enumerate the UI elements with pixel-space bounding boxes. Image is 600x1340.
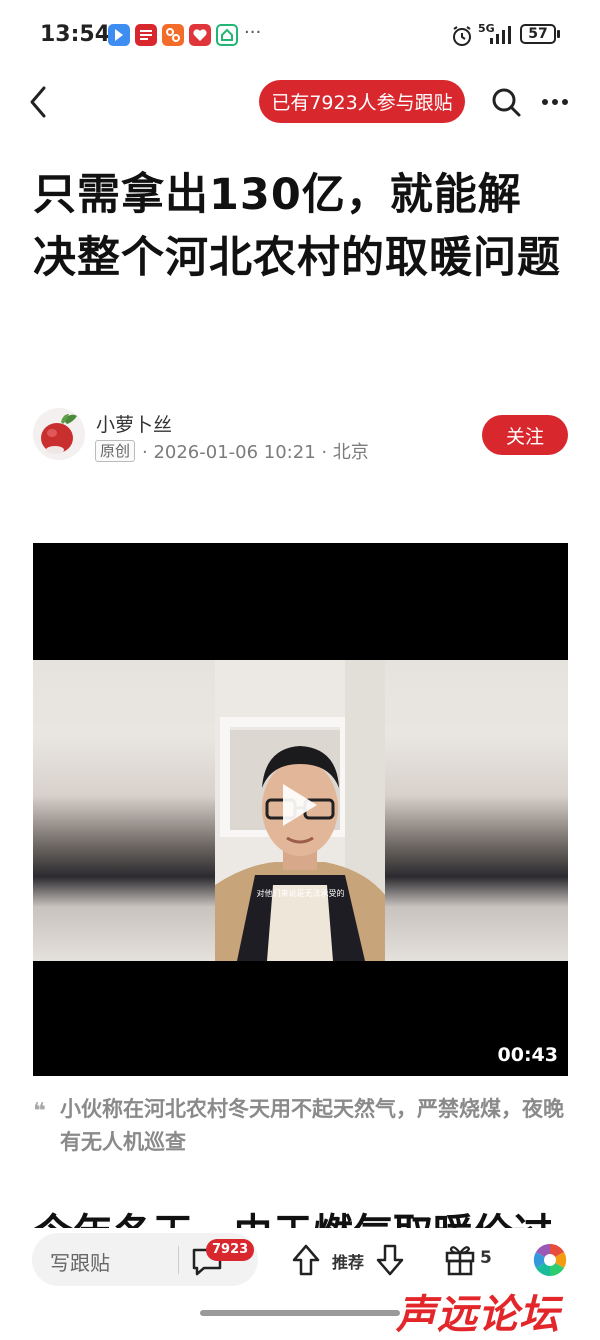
video-player[interactable]: 对他们来说是无法承受的 00:43 [33, 543, 568, 1076]
follow-label: 关注 [505, 425, 544, 448]
gift-count: 5 [480, 1248, 492, 1268]
alarm-icon [450, 24, 474, 52]
green-home-app-icon [216, 24, 238, 46]
netease-news-icon [135, 24, 157, 46]
quote-icon: ❝ [33, 1099, 46, 1124]
battery-icon: 57 [520, 24, 556, 44]
video-frame: 对他们来说是无法承受的 [33, 660, 568, 961]
recommend-label[interactable]: 推荐 [332, 1249, 364, 1273]
charity-app-icon [189, 24, 211, 46]
share-icon[interactable] [532, 1242, 568, 1278]
article-title: 只需拿出130亿，就能解决整个河北农村的取暖问题 [33, 170, 561, 283]
participate-text: 已有7923人参与跟贴 [271, 92, 453, 114]
avatar[interactable] [33, 408, 85, 460]
upvote-icon[interactable] [290, 1242, 322, 1278]
status-more-indicator: ··· [244, 22, 262, 43]
signal-icon [488, 24, 514, 50]
back-icon[interactable] [24, 84, 56, 120]
video-blur-left [33, 660, 215, 961]
search-icon[interactable] [490, 86, 522, 118]
participate-button[interactable]: 已有7923人参与跟贴 [259, 80, 465, 123]
reply-divider [178, 1246, 179, 1274]
gift-icon[interactable] [443, 1241, 477, 1277]
home-indicator[interactable] [200, 1310, 400, 1316]
article-meta: · 2026-01-06 10:21 · 北京 [142, 442, 369, 463]
original-badge: 原创 [95, 440, 136, 462]
comment-count-badge: 7923 [206, 1239, 255, 1261]
downvote-icon[interactable] [374, 1242, 406, 1278]
orange-app-icon [162, 24, 184, 46]
video-subtitle: 对他们来说是无法承受的 [256, 889, 345, 898]
follow-button[interactable]: 关注 [482, 415, 568, 455]
video-caption: 小伙称在河北农村冬天用不起天然气，严禁烧煤，夜晚有无人机巡查 [60, 1097, 564, 1154]
status-time: 13:54 [40, 22, 111, 47]
battery-level: 57 [528, 26, 548, 42]
watermark-logo: 声远论坛 [396, 1292, 560, 1338]
video-duration: 00:43 [497, 1044, 558, 1066]
battery-tip [557, 30, 560, 38]
reply-placeholder[interactable]: 写跟贴 [50, 1247, 110, 1276]
bird-app-icon [108, 24, 130, 46]
play-icon[interactable] [273, 780, 323, 830]
video-blur-right [385, 660, 568, 961]
author-name[interactable]: 小萝卜丝 [96, 410, 172, 437]
more-icon[interactable] [540, 86, 570, 118]
